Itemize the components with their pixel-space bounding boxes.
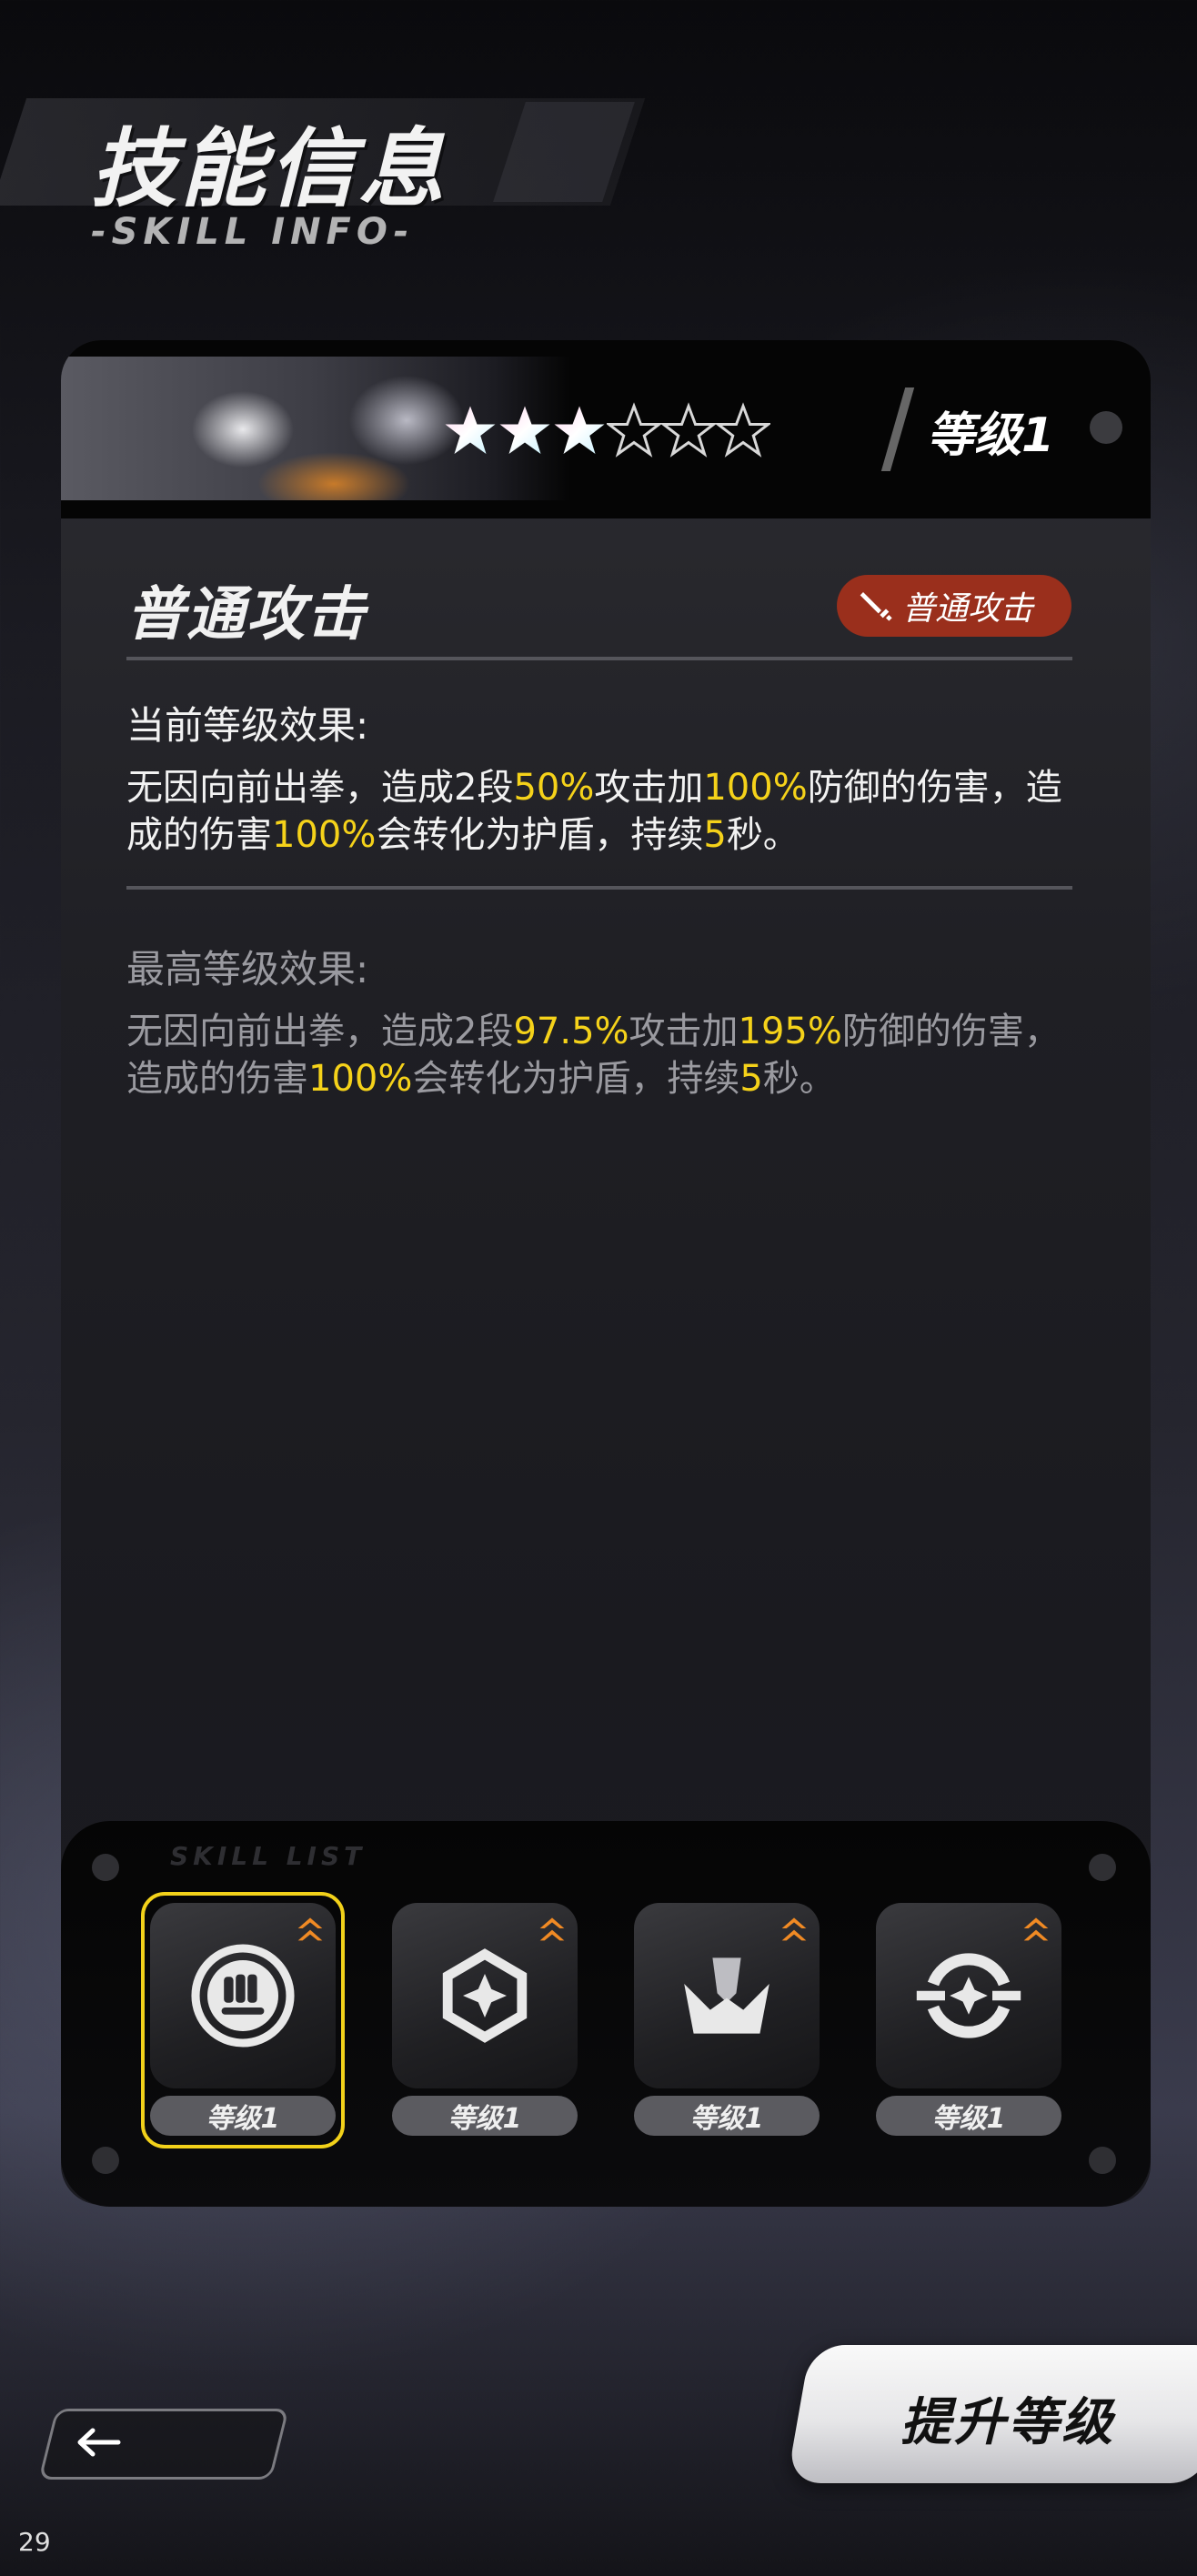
panel-bolt [1089,1854,1116,1881]
star-empty-icon [661,386,716,477]
star-filled-icon [552,386,607,477]
skill-slot-2[interactable]: 等级1 [392,1903,578,2139]
star-empty-icon [607,386,661,477]
burst-icon [684,1957,770,2034]
page-number: 29 [18,2527,51,2557]
skill-name: 普通攻击 [126,581,367,649]
star-filled-icon [498,386,552,477]
panel-bolt [1089,2147,1116,2174]
sword-icon [860,592,892,621]
header-bolt [1090,411,1122,444]
skill-level-tag: 等级1 [876,2096,1061,2136]
page-subtitle: -SKILL INFO- [91,211,415,253]
current-effect-heading: 当前等级效果: [126,703,369,748]
arrow-left-icon [77,2428,121,2457]
page-title: 技能信息 [91,120,448,219]
star-empty-icon [716,386,770,477]
skill-level-label: 等级1 [927,408,1055,463]
star-filled-icon [443,386,498,477]
star-rating [443,386,770,477]
skill-list-label: SKILL LIST [170,1841,367,1871]
upgrade-available-icon [539,1917,565,1941]
divider [126,657,1072,660]
skill-level-tag: 等级1 [634,2096,820,2136]
upgrade-available-icon [1023,1917,1049,1941]
panel-bolt [92,2147,119,2174]
skill-type-badge: 普通攻击 [837,575,1071,637]
cube-star-icon [442,1948,528,2043]
skill-slot-3[interactable]: 等级1 [634,1903,820,2139]
upgrade-available-icon [781,1917,807,1941]
skill-list-panel: SKILL LIST 等级1 等级1 等级1 等级1 [61,1821,1151,2207]
current-effect-text: 无因向前出拳，造成2段50%攻击加100%防御的伤害，造成的伤害100%会转化为… [126,767,1062,856]
card-header: 等级1 [61,340,1151,518]
panel-bolt [92,1854,119,1881]
skill-slot-1[interactable]: 等级1 [141,1892,345,2148]
upgrade-available-icon [297,1917,323,1941]
skill-level-tag: 等级1 [150,2096,336,2136]
header-divider [880,387,915,471]
crosshair-icon [916,1953,1021,2038]
max-effect-text: 无因向前出拳，造成2段97.5%攻击加195%防御的伤害，造成的伤害100%会转… [126,1011,1061,1100]
skill-slot-4[interactable]: 等级1 [876,1903,1061,2139]
fist-icon [191,1944,295,2048]
skill-level-tag: 等级1 [392,2096,578,2136]
divider [126,886,1072,890]
skill-type-label: 普通攻击 [902,590,1034,628]
upgrade-level-label: 提升等级 [900,2393,1115,2452]
max-effect-heading: 最高等级效果: [126,947,369,991]
